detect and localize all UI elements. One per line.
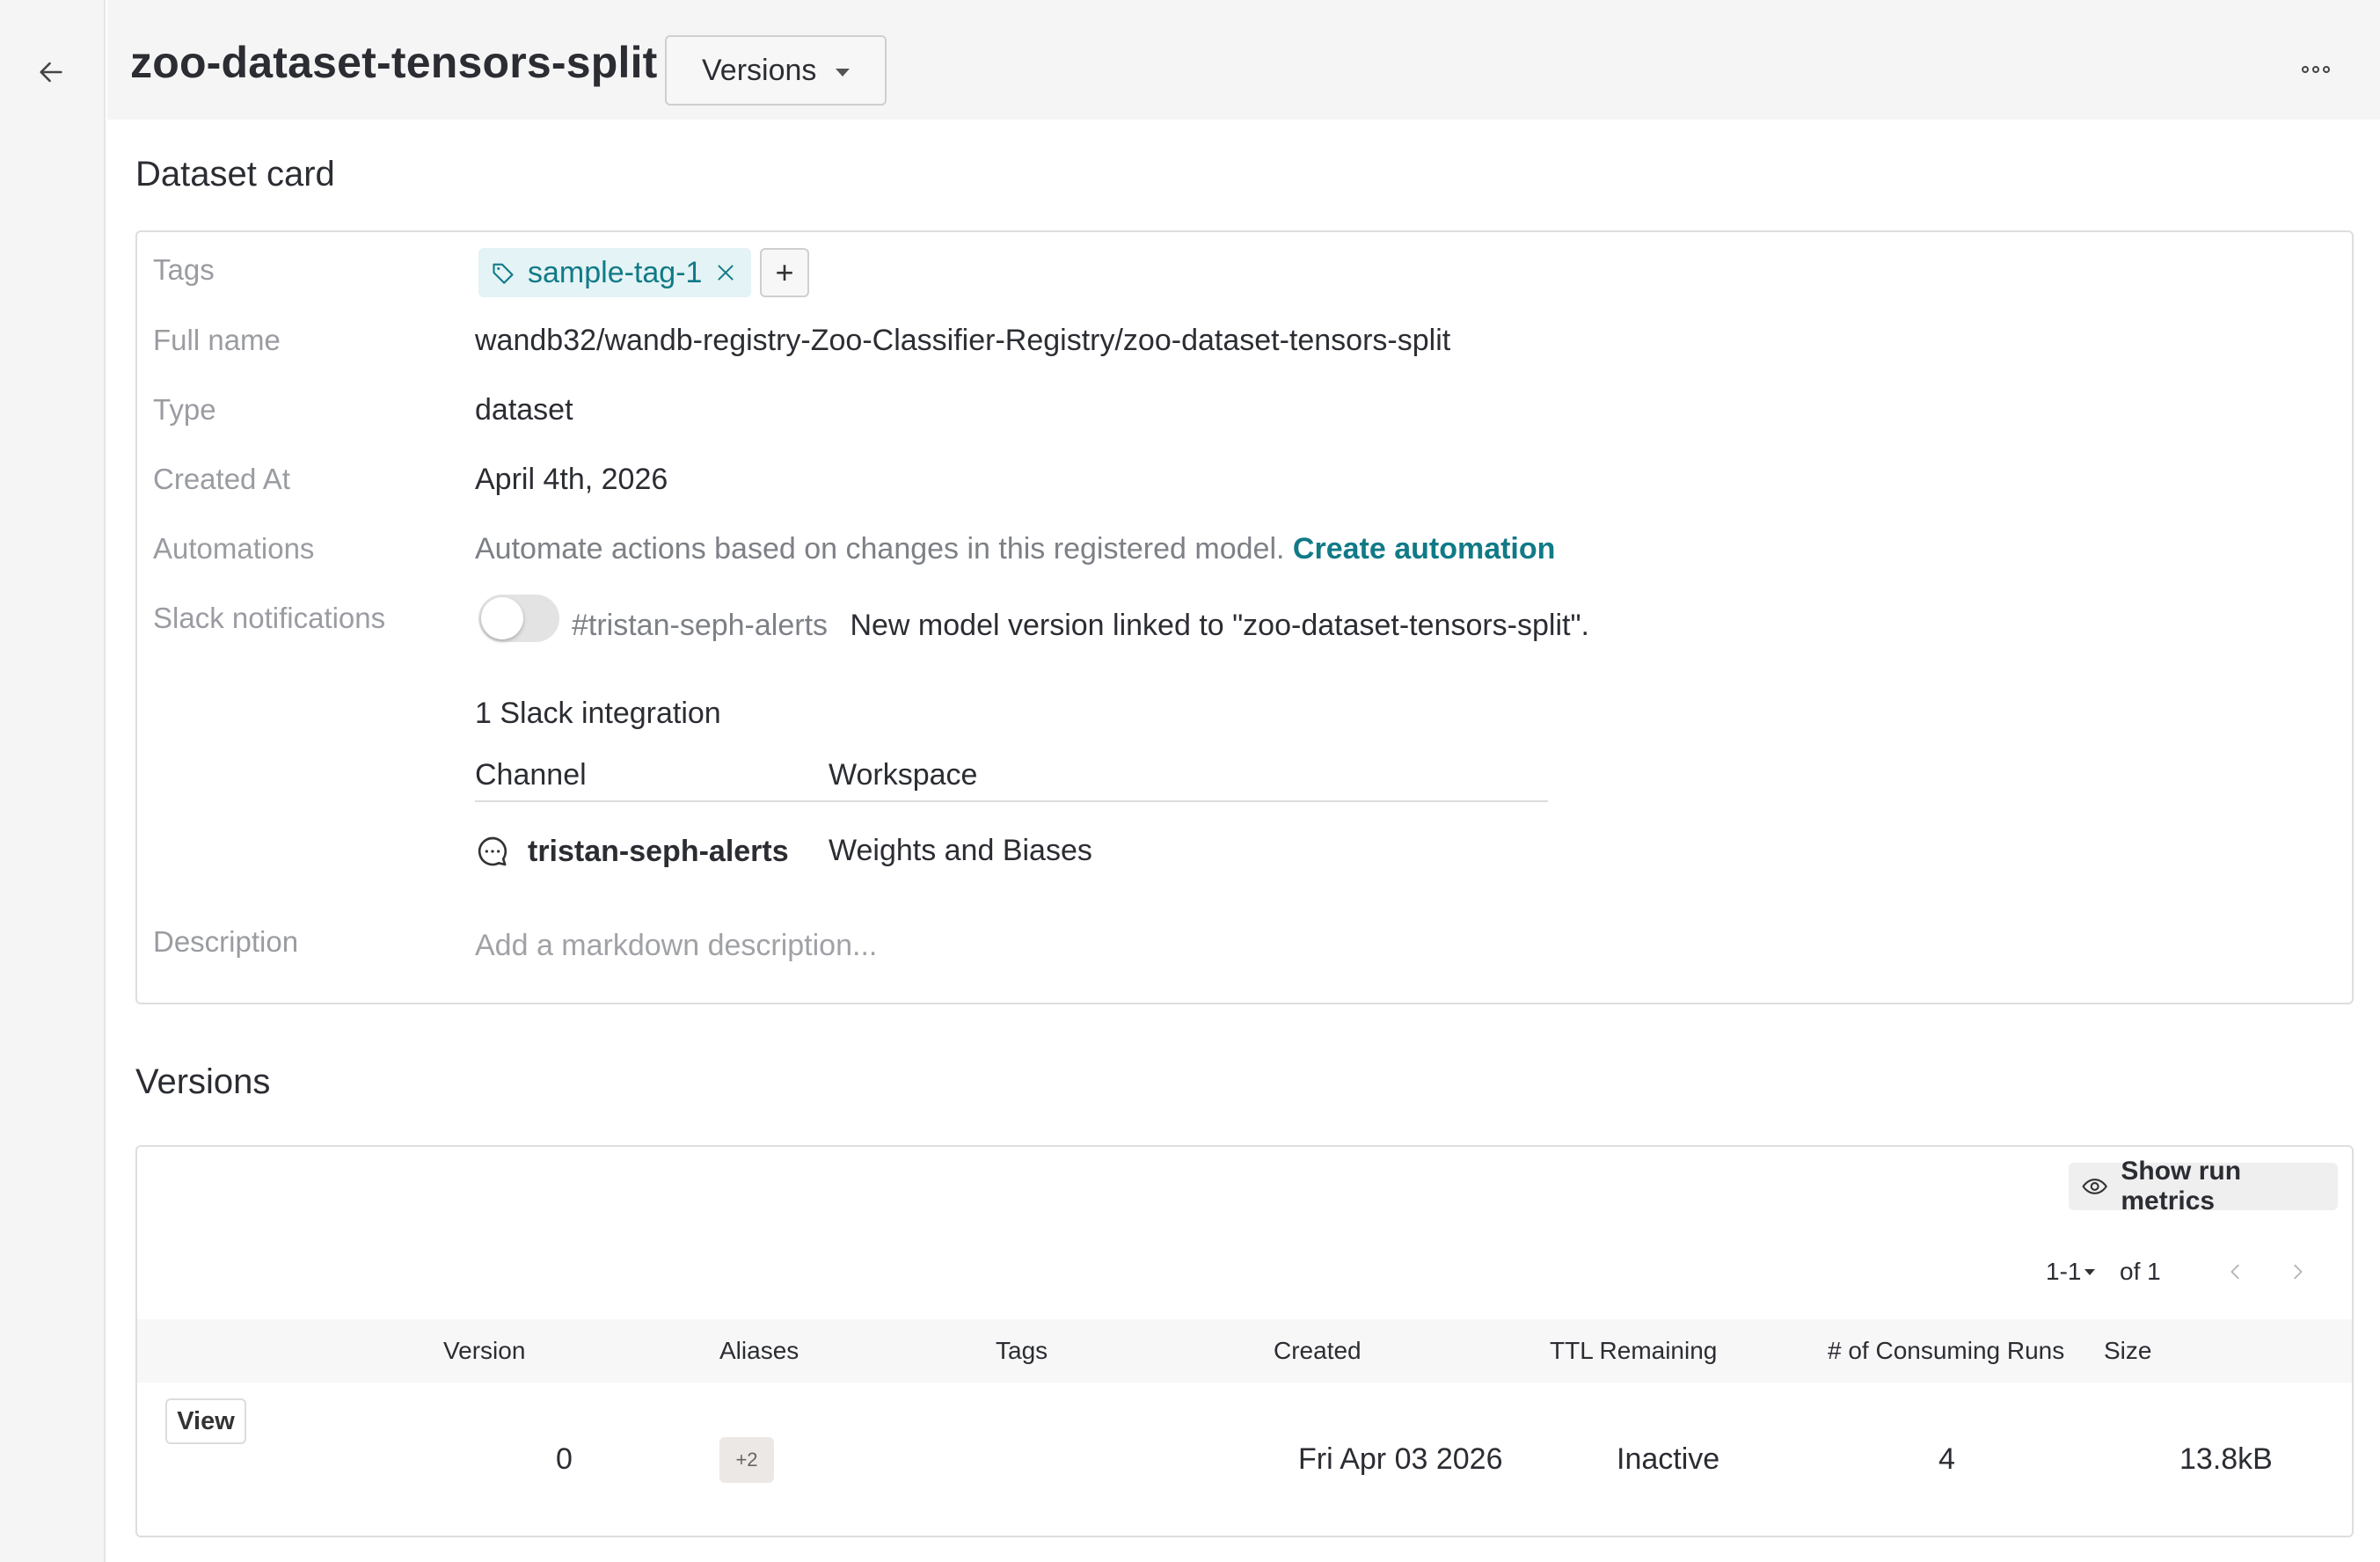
- integration-divider: [475, 800, 1548, 802]
- slack-notifications-label: Slack notifications: [153, 602, 386, 634]
- integration-col-workspace: Workspace: [829, 758, 978, 792]
- type-value: dataset: [475, 393, 573, 427]
- page-title: zoo-dataset-tensors-split: [130, 38, 658, 87]
- table-header: Version Aliases Tags Created TTL Remaini…: [137, 1319, 2352, 1383]
- tag-icon: [493, 263, 514, 284]
- versions-table-card: Show run metrics 1-1 of 1 Version Aliase…: [135, 1145, 2354, 1537]
- versions-title: Versions: [135, 1062, 271, 1101]
- add-tag-button[interactable]: +: [760, 248, 809, 297]
- dataset-card-title: Dataset card: [135, 155, 335, 193]
- show-run-metrics-button[interactable]: Show run metrics: [2069, 1157, 2338, 1215]
- dataset-card: Tags sample-tag-1 + Full name wandb32/wa…: [135, 230, 2354, 1004]
- full-name-value: wandb32/wandb-registry-Zoo-Classifier-Re…: [475, 324, 1451, 357]
- col-aliases[interactable]: Aliases: [719, 1337, 799, 1365]
- tag-chip-label: sample-tag-1: [528, 255, 703, 289]
- arrow-left-icon: [40, 62, 62, 83]
- chevron-left-icon: [2230, 1264, 2239, 1280]
- integration-col-channel: Channel: [475, 758, 587, 792]
- close-icon[interactable]: [714, 261, 737, 284]
- pager-total: of 1: [2120, 1258, 2161, 1285]
- tags-label: Tags: [153, 253, 215, 286]
- chevron-down-icon: [836, 69, 850, 77]
- chat-bubble-icon: [478, 836, 507, 866]
- col-ttl-remaining[interactable]: TTL Remaining: [1550, 1337, 1717, 1365]
- page-header: zoo-dataset-tensors-split Versions: [107, 0, 2380, 120]
- cell-version: 0: [556, 1442, 573, 1476]
- slack-message: New model version linked to "zoo-dataset…: [850, 609, 1589, 642]
- view-version-button[interactable]: View: [165, 1398, 246, 1444]
- description-label: Description: [153, 925, 299, 958]
- integration-workspace: Weights and Biases: [829, 834, 1092, 867]
- ellipsis-icon: [2302, 66, 2309, 73]
- chevron-right-icon: [2294, 1264, 2303, 1280]
- integration-channel-name: tristan-seph-alerts: [528, 834, 789, 868]
- slack-notifications-toggle[interactable]: [478, 595, 559, 642]
- page-size-dropdown[interactable]: 1-1: [2046, 1258, 2096, 1286]
- tag-chip[interactable]: sample-tag-1: [478, 248, 751, 297]
- col-tags[interactable]: Tags: [996, 1337, 1048, 1365]
- automations-row: Automate actions based on changes in thi…: [475, 532, 1555, 566]
- col-created[interactable]: Created: [1274, 1337, 1362, 1365]
- aliases-badge[interactable]: +2: [719, 1437, 774, 1483]
- integration-row: tristan-seph-alerts: [475, 834, 789, 869]
- create-automation-link[interactable]: Create automation: [1293, 532, 1556, 566]
- automations-text: Automate actions based on changes in thi…: [475, 532, 1285, 566]
- pager-range-label: 1-1: [2046, 1258, 2082, 1285]
- prev-page-button[interactable]: [2218, 1254, 2253, 1289]
- show-run-metrics-label: Show run metrics: [2121, 1157, 2242, 1215]
- col-size[interactable]: Size: [2104, 1337, 2151, 1365]
- slack-integration-count: 1 Slack integration: [475, 697, 721, 730]
- created-at-label: Created At: [153, 463, 290, 495]
- type-label: Type: [153, 393, 216, 426]
- slack-channel: #tristan-seph-alerts: [572, 609, 829, 642]
- eye-icon: [2082, 1179, 2107, 1194]
- created-at-value: April 4th, 2026: [475, 463, 668, 496]
- full-name-label: Full name: [153, 324, 281, 356]
- left-rail: [0, 0, 106, 1562]
- cell-created: Fri Apr 03 2026: [1298, 1442, 1503, 1476]
- slack-channel-row: #tristan-seph-alerts New model version l…: [572, 609, 1589, 643]
- more-options-button[interactable]: [2294, 55, 2338, 84]
- next-page-button[interactable]: [2280, 1254, 2315, 1289]
- cell-ttl: Inactive: [1617, 1442, 1720, 1476]
- cell-size: 13.8kB: [2179, 1442, 2273, 1476]
- automations-label: Automations: [153, 532, 315, 565]
- cell-consuming-runs: 4: [1938, 1442, 1955, 1476]
- chevron-down-icon: [2084, 1268, 2096, 1275]
- versions-dropdown-label: Versions: [702, 53, 817, 87]
- back-button[interactable]: [32, 53, 70, 91]
- col-consuming-runs[interactable]: # of Consuming Runs: [1828, 1337, 2064, 1365]
- col-version[interactable]: Version: [443, 1337, 525, 1365]
- versions-dropdown[interactable]: Versions: [665, 35, 887, 106]
- toggle-knob: [481, 597, 523, 639]
- description-input[interactable]: Add a markdown description...: [475, 929, 877, 963]
